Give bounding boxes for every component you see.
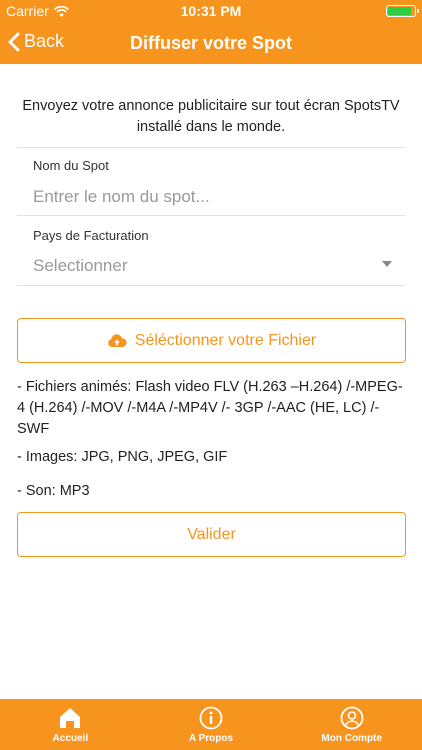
validate-label: Valider [187, 525, 236, 543]
tab-label: Mon Compte [321, 733, 382, 744]
page-title: Diffuser votre Spot [129, 33, 293, 53]
tab-label: Accueil [52, 733, 89, 744]
divider [17, 285, 405, 286]
divider [17, 215, 405, 216]
country-label: Pays de Facturation [33, 228, 149, 243]
status-bar: Carrier 10:31 PM [0, 0, 422, 22]
country-select[interactable]: Selectionner [33, 256, 128, 276]
status-time: 10:31 PM [180, 3, 242, 19]
select-file-label: Séléctionner votre Fichier [134, 331, 317, 349]
spot-name-input[interactable] [33, 184, 403, 210]
cloud-upload-icon [107, 333, 127, 347]
info-images: - Images: JPG, PNG, JPEG, GIF [17, 449, 228, 465]
spot-name-label: Nom du Spot [33, 158, 109, 173]
battery-icon [386, 5, 419, 17]
tab-label: A Propos [188, 733, 234, 744]
tab-a-propos[interactable]: A Propos [141, 699, 282, 750]
intro-text: Envoyez votre annonce publicitaire sur t… [22, 98, 400, 135]
dropdown-arrow-icon[interactable] [382, 261, 392, 267]
info-sound: - Son: MP3 [17, 483, 90, 499]
nav-bar: Back Diffuser votre Spot [0, 22, 422, 64]
tab-bar: Accueil A Propos Mon Compte [0, 699, 422, 750]
user-icon [340, 706, 364, 730]
divider [17, 147, 405, 148]
tab-accueil[interactable]: Accueil [0, 699, 141, 750]
tab-mon-compte[interactable]: Mon Compte [281, 699, 422, 750]
validate-button[interactable]: Valider [17, 512, 406, 557]
info-icon [199, 706, 223, 730]
home-icon [60, 708, 81, 728]
info-animated-files: - Fichiers animés: Flash video FLV (H.26… [17, 379, 403, 437]
select-file-button[interactable]: Séléctionner votre Fichier [17, 318, 406, 363]
